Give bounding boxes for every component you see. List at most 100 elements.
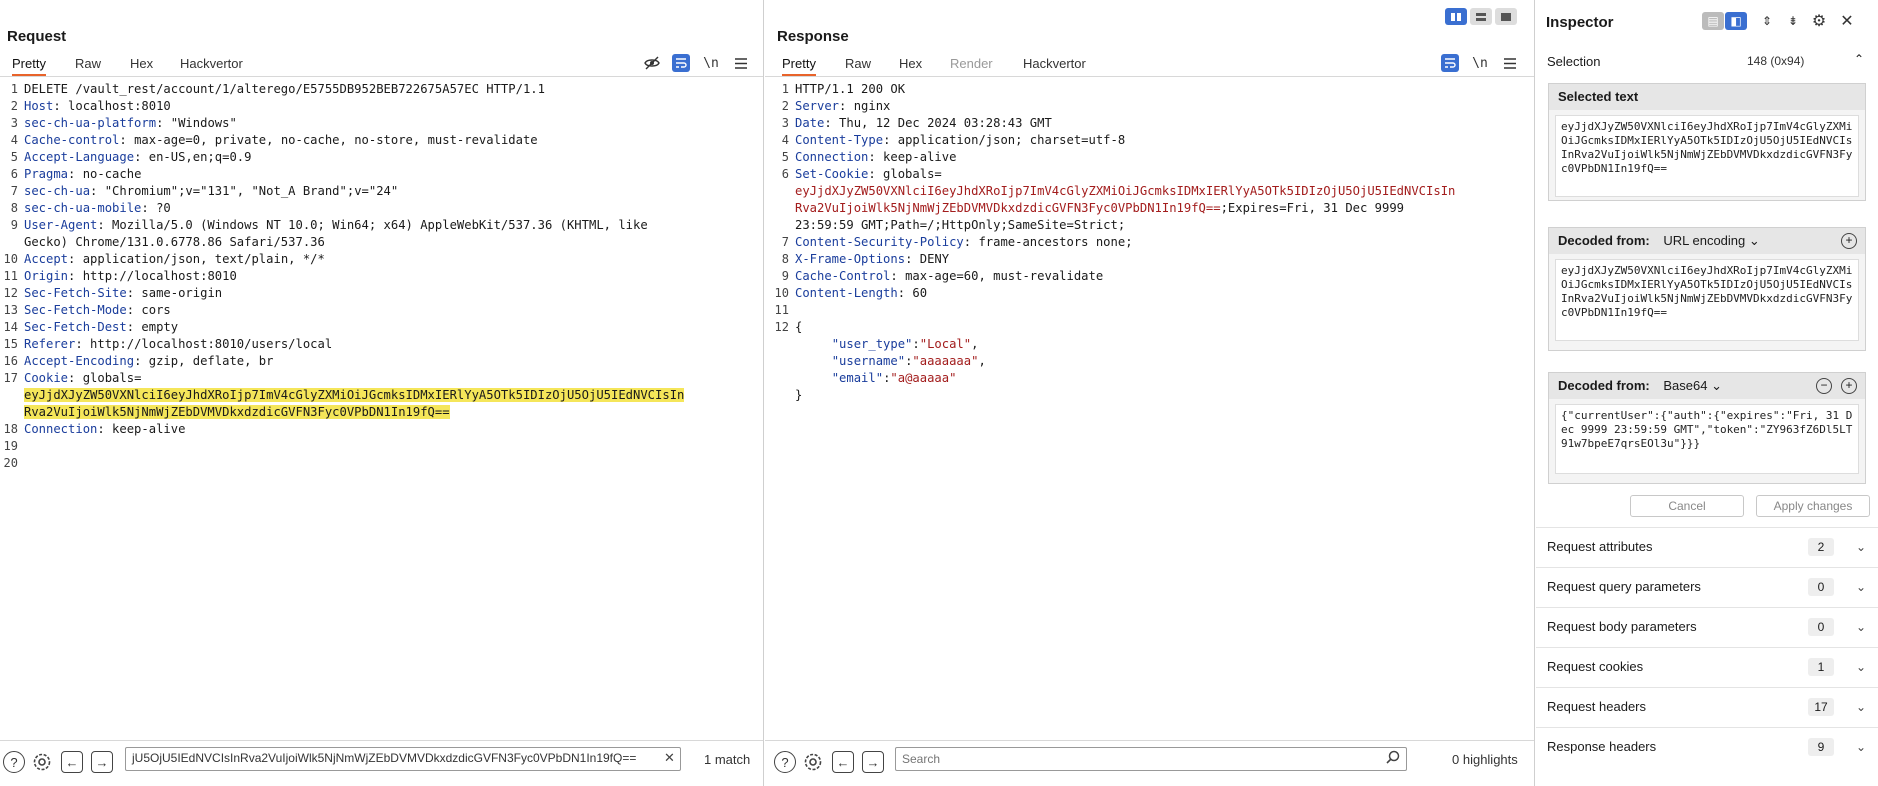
request-search-input[interactable]: jU5OjU5IEdNVCIsInRva2VuIjoiWlk5NjNmWjZEb… — [125, 747, 681, 771]
chevron-down-icon[interactable]: ⌄ — [1856, 580, 1866, 594]
header-value: : nginx — [839, 99, 891, 113]
response-tab-hex[interactable]: Hex — [899, 56, 922, 71]
response-editor[interactable]: 1 HTTP/1.1 200 OK 2 Server: nginx 3 Date: Thu… — [771, 79, 1525, 734]
response-code-line: X-Frame-Options: DENY — [795, 251, 1525, 268]
section-count-badge: 17 — [1808, 697, 1834, 716]
chevron-down-icon[interactable]: ⌄ — [1856, 620, 1866, 634]
highlighted-match: Rva2VuIjoiWlk5NjNmWjZEbDVMVDkxdzdicGVFN3… — [24, 405, 450, 419]
line-number: 7 — [10, 184, 18, 198]
header-name: "email" — [831, 371, 884, 385]
next-match-arrow-icon[interactable]: → — [862, 751, 884, 773]
request-code-line: User-Agent: Mozilla/5.0 (Windows NT 10.0… — [24, 217, 763, 234]
request-code-line: Sec-Fetch-Site: same-origin — [24, 285, 763, 302]
header-value: : application/json; charset=utf-8 — [883, 133, 1126, 147]
header-name: Date — [795, 116, 825, 130]
response-code-line: 23:59:59 GMT;Path=/;HttpOnly;SameSite=St… — [795, 217, 1525, 234]
chevron-up-icon[interactable]: ⌃ — [1854, 52, 1864, 66]
line-number: 10 — [3, 252, 18, 266]
newline-toggle[interactable]: \n — [1471, 54, 1489, 72]
selected-text-value[interactable]: eyJjdXJyZW50VXNlciI6eyJhdXRoIjp7ImV4cGly… — [1555, 115, 1859, 197]
line-number: 1 — [781, 82, 789, 96]
word-wrap-icon[interactable] — [672, 54, 690, 72]
response-code-line: Content-Type: application/json; charset=… — [795, 132, 1525, 149]
decoding-type-select[interactable]: URL encoding ⌄ — [1663, 233, 1759, 249]
expand-all-icon[interactable]: ⇕ — [1756, 12, 1778, 30]
header-value — [795, 354, 832, 368]
request-code-line: Sec-Fetch-Mode: cors — [24, 302, 763, 319]
hide-eye-icon[interactable] — [643, 54, 661, 72]
header-name: "user_type" — [831, 337, 913, 351]
request-tab-hackvertor[interactable]: Hackvertor — [180, 56, 243, 71]
response-code-line: eyJjdXJyZW50VXNlciI6eyJhdXRoIjp7ImV4cGly… — [795, 183, 1525, 200]
request-code-line: Host: localhost:8010 — [24, 98, 763, 115]
add-decoding-icon[interactable]: + — [1841, 233, 1857, 249]
request-tab-raw[interactable]: Raw — [75, 56, 101, 71]
search-magnifier-icon — [1386, 750, 1400, 767]
inspector-layout-panel-icon[interactable]: ◧ — [1725, 12, 1747, 30]
help-icon[interactable]: ? — [3, 751, 25, 773]
section-count-badge: 0 — [1808, 577, 1834, 596]
inspector-section-request-headers[interactable]: Request headers 17 ⌄ — [1536, 687, 1878, 725]
header-value: : keep-alive — [868, 150, 957, 164]
line-number: 11 — [774, 303, 789, 317]
layout-tabs-icon[interactable] — [1495, 8, 1517, 25]
apply-changes-button[interactable]: Apply changes — [1756, 495, 1870, 517]
request-title: Request — [7, 28, 67, 45]
header-name: Sec-Fetch-Mode — [24, 303, 127, 317]
request-code-line: DELETE /vault_rest/account/1/alterego/E5… — [24, 81, 763, 98]
response-tab-hackvertor[interactable]: Hackvertor — [1023, 56, 1086, 71]
layout-split-icon[interactable] — [1445, 8, 1467, 25]
response-code-line: "username":"aaaaaaa", — [795, 353, 1525, 370]
decoding-type-select[interactable]: Base64 ⌄ — [1663, 378, 1722, 394]
layout-horizontal-icon[interactable] — [1470, 8, 1492, 25]
response-search-input[interactable] — [895, 747, 1407, 771]
request-tab-pretty[interactable]: Pretty — [12, 56, 46, 76]
header-value: : Mozilla/5.0 (Windows NT 10.0; Win64; x… — [97, 218, 648, 232]
section-label: Response headers — [1547, 739, 1657, 754]
header-value: : localhost:8010 — [53, 99, 171, 113]
settings-gear-icon[interactable]: ⚙ — [1808, 12, 1830, 30]
menu-icon[interactable] — [732, 54, 750, 72]
chevron-down-icon[interactable]: ⌄ — [1856, 700, 1866, 714]
header-name: Cache-Control — [795, 269, 891, 283]
chevron-down-icon[interactable]: ⌄ — [1856, 740, 1866, 754]
response-tab-render[interactable]: Render — [950, 56, 993, 71]
section-count-badge: 1 — [1808, 657, 1834, 676]
section-label: Request attributes — [1547, 539, 1653, 554]
inspector-section-response-headers[interactable]: Response headers 9 ⌄ — [1536, 727, 1878, 765]
chevron-down-icon[interactable]: ⌄ — [1856, 660, 1866, 674]
cancel-button[interactable]: Cancel — [1630, 495, 1744, 517]
decoded-base64-value[interactable]: {"currentUser":{"auth":{"expires":"Fri, … — [1555, 404, 1859, 474]
add-decoding-icon[interactable]: + — [1841, 378, 1857, 394]
chevron-down-icon[interactable]: ⌄ — [1856, 540, 1866, 554]
clear-search-icon[interactable]: ✕ — [664, 750, 675, 766]
newline-toggle[interactable]: \n — [702, 54, 720, 72]
request-editor[interactable]: 1 DELETE /vault_rest/account/1/alterego/E… — [0, 79, 763, 734]
response-tab-pretty[interactable]: Pretty — [782, 56, 816, 76]
prev-match-arrow-icon[interactable]: ← — [832, 751, 854, 773]
next-match-arrow-icon[interactable]: → — [91, 751, 113, 773]
word-wrap-icon[interactable] — [1441, 54, 1459, 72]
settings-gear-icon[interactable] — [31, 751, 53, 773]
header-value: : "Windows" — [156, 116, 237, 130]
header-name: Referer — [24, 337, 76, 351]
decoded-url-value[interactable]: eyJjdXJyZW50VXNlciI6eyJhdXRoIjp7ImV4cGly… — [1555, 259, 1859, 341]
collapse-all-icon[interactable]: ⇟ — [1782, 12, 1804, 30]
header-name: Accept-Language — [24, 150, 135, 164]
remove-decoding-icon[interactable]: − — [1816, 378, 1832, 394]
close-icon[interactable]: ✕ — [1836, 12, 1858, 30]
prev-match-arrow-icon[interactable]: ← — [61, 751, 83, 773]
header-value: Gecko) Chrome/131.0.6778.86 Safari/537.3… — [24, 235, 325, 249]
settings-gear-icon[interactable] — [802, 751, 824, 773]
request-tab-hex[interactable]: Hex — [130, 56, 153, 71]
inspector-section-request-cookies[interactable]: Request cookies 1 ⌄ — [1536, 647, 1878, 685]
inspector-section-request-body-parameters[interactable]: Request body parameters 0 ⌄ — [1536, 607, 1878, 645]
menu-icon[interactable] — [1501, 54, 1519, 72]
help-icon[interactable]: ? — [774, 751, 796, 773]
response-code-line: Content-Security-Policy: frame-ancestors… — [795, 234, 1525, 251]
inspector-section-request-attributes[interactable]: Request attributes 2 ⌄ — [1536, 527, 1878, 565]
inspector-section-request-query-parameters[interactable]: Request query parameters 0 ⌄ — [1536, 567, 1878, 605]
header-name: Content-Type — [795, 133, 884, 147]
response-tab-raw[interactable]: Raw — [845, 56, 871, 71]
inspector-layout-list-icon[interactable]: ▤ — [1702, 12, 1724, 30]
